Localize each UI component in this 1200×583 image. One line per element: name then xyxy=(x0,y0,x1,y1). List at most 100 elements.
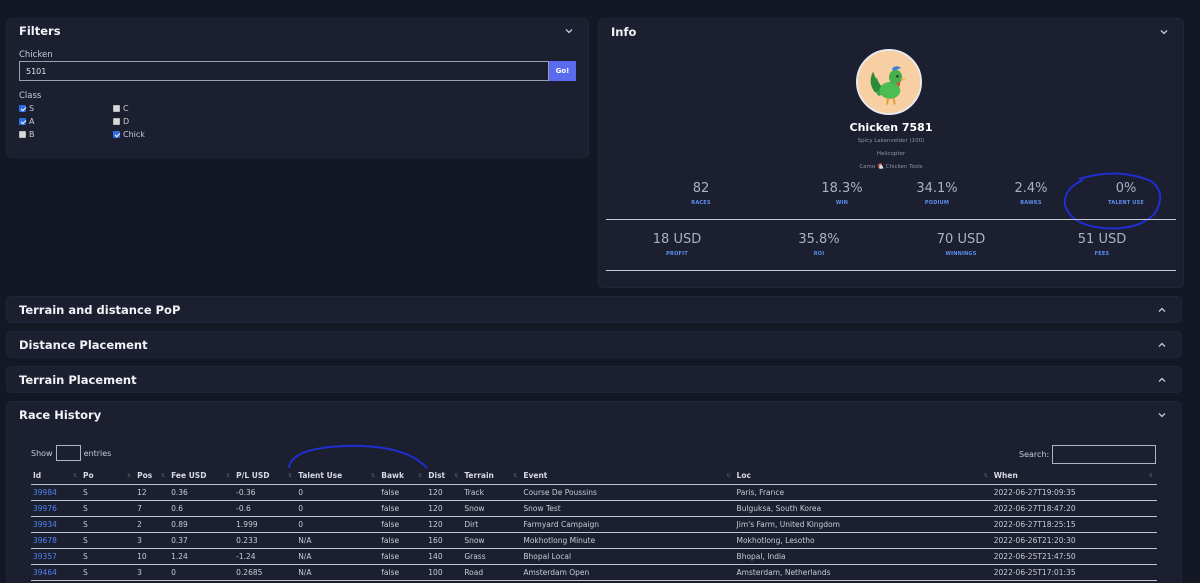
table-cell: Course De Poussins xyxy=(521,484,735,501)
sort-icon[interactable]: ⇅ xyxy=(127,473,131,479)
table-cell: 2022-06-27T18:25:15 xyxy=(991,516,1157,533)
column-header-when[interactable]: When ⇅ xyxy=(991,468,1157,485)
distance-placement-section[interactable]: Distance Placement xyxy=(7,332,1181,357)
entries-select[interactable] xyxy=(55,445,81,461)
filters-header[interactable]: Filters xyxy=(7,19,588,43)
checkbox-checked-icon[interactable] xyxy=(113,131,120,138)
table-cell: 3 xyxy=(135,532,170,549)
sort-icon[interactable]: ⇅ xyxy=(454,473,458,479)
checkbox-unchecked-icon[interactable] xyxy=(113,105,120,112)
class-checkbox-a[interactable]: A xyxy=(19,117,34,126)
table-cell: 120 xyxy=(426,484,463,501)
sort-icon[interactable]: ⇅ xyxy=(73,473,77,479)
table-cell: N/A xyxy=(296,564,380,581)
stat-label: ROI xyxy=(813,251,825,257)
race-id-link[interactable]: 39357 xyxy=(33,552,57,561)
class-checkbox-b[interactable]: B xyxy=(19,130,35,139)
column-header-label: Talent Use xyxy=(298,471,343,481)
table-row[interactable]: 39464 S 3 0 0.2685 N/A false 100 Road Amsterdam O… xyxy=(31,564,1157,581)
sort-icon[interactable]: ⇅ xyxy=(1149,473,1153,479)
column-header-talent-use[interactable]: Talent Use ⇅ xyxy=(296,468,380,485)
table-cell: Mokhotlong, Lesotho xyxy=(734,532,992,549)
column-header-bawk[interactable]: Bawk ⇅ xyxy=(379,468,427,485)
chevron-down-icon[interactable] xyxy=(1159,27,1169,37)
filters-panel: Filters Chicken Go! Class S A B C D Chic… xyxy=(7,19,588,157)
checkbox-unchecked-icon[interactable] xyxy=(19,131,26,138)
chevron-down-icon[interactable] xyxy=(1157,410,1167,420)
column-header-dist[interactable]: Dist ⇅ xyxy=(426,468,463,485)
class-checkbox-chick[interactable]: Chick xyxy=(113,130,145,139)
column-header-label: Loc xyxy=(736,471,751,481)
table-cell: Mokhotlong Minute xyxy=(521,532,735,549)
section-title: Terrain Placement xyxy=(19,372,137,387)
stat-value: 18 USD xyxy=(652,232,702,247)
column-header-pos[interactable]: Pos ⇅ xyxy=(135,468,170,485)
table-cell: Track xyxy=(462,484,522,501)
chevron-up-icon[interactable] xyxy=(1157,375,1167,385)
sort-icon[interactable]: ⇅ xyxy=(371,473,375,479)
stat-label: PROFIT xyxy=(666,251,688,257)
table-cell: 0.2685 xyxy=(234,564,297,581)
stat-value: 82 xyxy=(692,181,710,196)
checkbox-unchecked-icon[interactable] xyxy=(113,118,120,125)
table-cell: Snow Test xyxy=(521,500,735,517)
chicken-input[interactable] xyxy=(19,61,549,81)
column-header-terrain[interactable]: Terrain ⇅ xyxy=(462,468,522,485)
chicken-tools-link[interactable]: Camo 🐔 Chicken Tools xyxy=(599,164,1183,170)
table-cell: 2022-06-25T21:47:50 xyxy=(991,548,1157,565)
sort-icon[interactable]: ⇅ xyxy=(513,473,517,479)
entries-label: entries xyxy=(83,448,112,458)
race-id-link[interactable]: 39934 xyxy=(33,520,57,529)
column-header-p-l-usd[interactable]: P/L USD ⇅ xyxy=(234,468,297,485)
table-cell: 2022-06-25T17:01:35 xyxy=(991,564,1157,581)
show-label: Show xyxy=(31,448,53,458)
sort-icon[interactable]: ⇅ xyxy=(984,473,988,479)
section-header[interactable]: Terrain Placement xyxy=(7,367,1181,392)
terrain-distance-pop-section[interactable]: Terrain and distance PoP xyxy=(7,297,1181,322)
race-id-link[interactable]: 39678 xyxy=(33,536,57,545)
column-header-fee-usd[interactable]: Fee USD ⇅ xyxy=(169,468,235,485)
info-header[interactable]: Info xyxy=(599,19,1183,45)
race-history-section: Race History Show entries Search: Id ⇅ Po ⇅… xyxy=(7,402,1181,583)
column-header-event[interactable]: Event ⇅ xyxy=(521,468,735,485)
class-checkbox-d[interactable]: D xyxy=(113,117,129,126)
table-cell: false xyxy=(379,484,427,501)
sort-icon[interactable]: ⇅ xyxy=(161,473,165,479)
race-id-link[interactable]: 39976 xyxy=(33,504,57,513)
class-checkbox-c[interactable]: C xyxy=(113,104,129,113)
section-header[interactable]: Terrain and distance PoP xyxy=(7,297,1181,322)
chevron-up-icon[interactable] xyxy=(1157,340,1167,350)
table-cell: 39464 xyxy=(31,564,82,581)
section-header[interactable]: Race History xyxy=(7,402,1181,427)
table-row[interactable]: 39678 S 3 0.37 0.233 N/A false 160 Snow Mokhotlon… xyxy=(31,532,1157,549)
chevron-down-icon[interactable] xyxy=(564,26,574,36)
column-header-loc[interactable]: Loc ⇅ xyxy=(734,468,992,485)
checkbox-checked-icon[interactable] xyxy=(19,105,26,112)
terrain-placement-section[interactable]: Terrain Placement xyxy=(7,367,1181,392)
race-id-link[interactable]: 39984 xyxy=(33,488,57,497)
sort-icon[interactable]: ⇅ xyxy=(226,473,230,479)
column-header-po[interactable]: Po ⇅ xyxy=(81,468,136,485)
sort-icon[interactable]: ⇅ xyxy=(418,473,422,479)
info-title: Info xyxy=(611,25,637,39)
table-row[interactable]: 39357 S 10 1.24 -1.24 N/A false 140 Grass Bhopal … xyxy=(31,548,1157,565)
table-row[interactable]: 39934 S 2 0.89 1.999 0 false 120 Dirt Farmyard Ca… xyxy=(31,516,1157,533)
column-header-id[interactable]: Id ⇅ xyxy=(31,468,82,485)
search-input[interactable] xyxy=(1052,445,1157,464)
stat-value: 51 USD xyxy=(1077,232,1127,247)
table-cell: 100 xyxy=(426,564,463,581)
section-header[interactable]: Distance Placement xyxy=(7,332,1181,357)
checkbox-checked-icon[interactable] xyxy=(19,118,26,125)
go-button[interactable]: Go! xyxy=(549,61,576,81)
table-row[interactable]: 39984 S 12 0.36 -0.36 0 false 120 Track Course De… xyxy=(31,484,1157,501)
table-cell: Grass xyxy=(462,548,522,565)
chevron-up-icon[interactable] xyxy=(1157,305,1167,315)
chicken-label: Chicken xyxy=(19,50,53,60)
sort-icon[interactable]: ⇅ xyxy=(726,473,730,479)
table-row[interactable]: 39976 S 7 0.6 -0.6 0 false 120 Snow Snow Test Bulg… xyxy=(31,500,1157,517)
class-checkbox-s[interactable]: S xyxy=(19,104,34,113)
sort-icon[interactable]: ⇅ xyxy=(288,473,292,479)
table-cell: 0 xyxy=(296,500,380,517)
race-id-link[interactable]: 39464 xyxy=(33,568,57,577)
table-cell: -1.24 xyxy=(234,548,297,565)
